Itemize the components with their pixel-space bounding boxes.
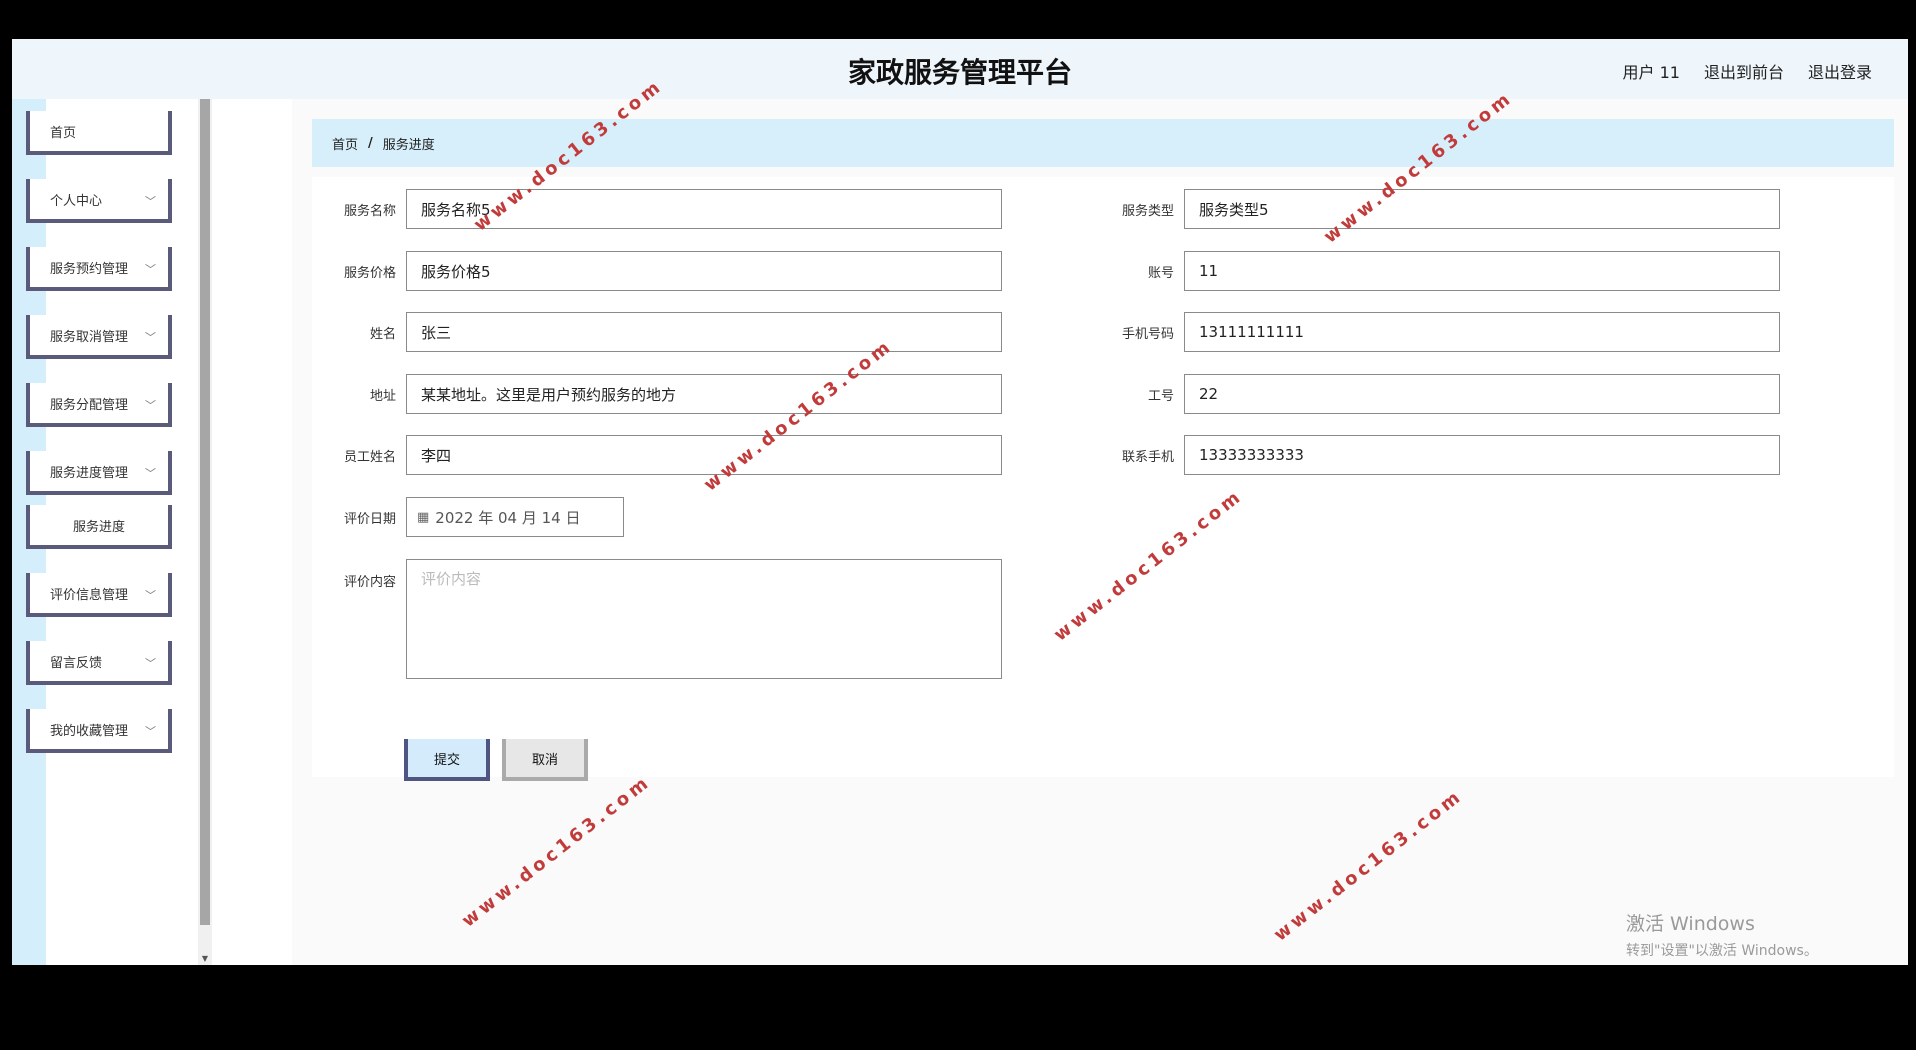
sidebar: 首页 个人中心 ﹀ 服务预约管理 ﹀ 服务取消管理 ﹀ 服务分配管理 ﹀ 服务进度管理 ﹀… <box>26 111 196 777</box>
sidebar-item-feedback[interactable]: 留言反馈 ﹀ <box>26 641 172 685</box>
sidebar-item-label: 评价信息管理 <box>50 587 129 603</box>
submit-button[interactable]: 提交 <box>404 739 490 781</box>
sidebar-item-label: 服务进度管理 <box>50 465 129 481</box>
eval-content-textarea[interactable] <box>406 559 1002 679</box>
field-staff-name: 员工姓名 <box>324 435 1002 475</box>
sidebar-scrollbar[interactable]: ▼ <box>198 99 212 965</box>
sidebar-subitem-progress[interactable]: 服务进度 <box>26 505 172 549</box>
chevron-down-icon: ﹀ <box>145 399 156 412</box>
sidebar-item-label: 服务分配管理 <box>50 397 129 413</box>
chevron-down-icon: ﹀ <box>145 195 156 208</box>
job-no-input[interactable] <box>1184 374 1780 414</box>
user-label[interactable]: 用户 11 <box>1623 59 1680 83</box>
sidebar-item-label: 服务预约管理 <box>50 261 129 277</box>
field-eval-date: 评价日期 ▦ 2022 年 04 月 14 日 <box>324 497 624 537</box>
field-service-name: 服务名称 <box>324 189 1002 229</box>
sidebar-item-booking[interactable]: 服务预约管理 ﹀ <box>26 247 172 291</box>
field-address: 地址 <box>324 374 1002 414</box>
sidebar-item-label: 服务进度 <box>72 519 125 535</box>
sidebar-item-favorites[interactable]: 我的收藏管理 ﹀ <box>26 709 172 753</box>
sidebar-item-label: 留言反馈 <box>50 655 103 671</box>
breadcrumb-current: 服务进度 <box>382 137 435 153</box>
field-name: 姓名 <box>324 312 1002 352</box>
sidebar-item-home[interactable]: 首页 <box>26 111 172 155</box>
sidebar-item-evaluation[interactable]: 评价信息管理 ﹀ <box>26 573 172 617</box>
field-label: 评价内容 <box>343 575 396 590</box>
sidebar-item-label: 首页 <box>50 125 77 141</box>
breadcrumb-home[interactable]: 首页 <box>332 134 358 153</box>
field-label: 账号 <box>1147 265 1174 281</box>
account-input[interactable] <box>1184 251 1780 291</box>
field-label: 工号 <box>1147 388 1174 404</box>
chevron-down-icon: ﹀ <box>145 331 156 344</box>
field-label: 评价日期 <box>343 511 396 527</box>
field-label: 服务价格 <box>343 265 396 281</box>
windows-activation-notice: 激活 Windows 转到"设置"以激活 Windows。 <box>1626 909 1818 960</box>
activation-title: 激活 Windows <box>1626 913 1755 935</box>
field-label: 员工姓名 <box>343 449 396 465</box>
calendar-icon: ▦ <box>417 509 430 525</box>
sidebar-item-label: 个人中心 <box>50 193 103 209</box>
field-phone: 手机号码 <box>1102 312 1780 352</box>
sidebar-item-cancellation[interactable]: 服务取消管理 ﹀ <box>26 315 172 359</box>
field-service-price: 服务价格 <box>324 251 1002 291</box>
header-links: 用户 11 退出到前台 退出登录 <box>1623 59 1872 83</box>
field-label: 姓名 <box>369 326 396 342</box>
back-to-front-link[interactable]: 退出到前台 <box>1704 59 1784 83</box>
scrollbar-thumb[interactable] <box>200 99 210 925</box>
eval-date-value: 2022 年 04 月 14 日 <box>435 508 581 527</box>
chevron-down-icon: ﹀ <box>145 589 156 602</box>
chevron-down-icon: ﹀ <box>145 263 156 276</box>
field-eval-content: 评价内容 <box>324 559 1002 679</box>
field-contact-phone: 联系手机 <box>1102 435 1780 475</box>
eval-date-picker[interactable]: ▦ 2022 年 04 月 14 日 <box>406 497 624 537</box>
sidebar-item-progress-mgmt[interactable]: 服务进度管理 ﹀ <box>26 451 172 495</box>
header: 家政服务管理平台 用户 11 退出到前台 退出登录 <box>12 39 1908 99</box>
scroll-down-icon[interactable]: ▼ <box>198 954 212 963</box>
field-label: 地址 <box>369 388 396 404</box>
logout-link[interactable]: 退出登录 <box>1808 59 1872 83</box>
field-label: 服务类型 <box>1121 203 1174 219</box>
field-account: 账号 <box>1102 251 1780 291</box>
app-window: 家政服务管理平台 用户 11 退出到前台 退出登录 首页 个人中心 ﹀ 服务预约管… <box>12 39 1908 965</box>
service-price-input[interactable] <box>406 251 1002 291</box>
staff-name-input[interactable] <box>406 435 1002 475</box>
name-input[interactable] <box>406 312 1002 352</box>
field-label: 服务名称 <box>343 203 396 219</box>
address-input[interactable] <box>406 374 1002 414</box>
sidebar-item-label: 服务取消管理 <box>50 329 129 345</box>
chevron-down-icon: ﹀ <box>145 657 156 670</box>
breadcrumb-separator: / <box>368 135 373 151</box>
sidebar-item-assignment[interactable]: 服务分配管理 ﹀ <box>26 383 172 427</box>
field-job-no: 工号 <box>1102 374 1780 414</box>
field-label: 手机号码 <box>1121 326 1174 342</box>
cancel-button[interactable]: 取消 <box>502 739 588 781</box>
contact-phone-input[interactable] <box>1184 435 1780 475</box>
field-label: 联系手机 <box>1121 449 1174 465</box>
sidebar-item-personal-center[interactable]: 个人中心 ﹀ <box>26 179 172 223</box>
chevron-down-icon: ﹀ <box>145 467 156 480</box>
activation-subtitle: 转到"设置"以激活 Windows。 <box>1626 943 1818 959</box>
field-service-type: 服务类型 <box>1102 189 1780 229</box>
phone-input[interactable] <box>1184 312 1780 352</box>
chevron-down-icon: ﹀ <box>145 725 156 738</box>
sidebar-item-label: 我的收藏管理 <box>50 723 129 739</box>
service-type-input[interactable] <box>1184 189 1780 229</box>
